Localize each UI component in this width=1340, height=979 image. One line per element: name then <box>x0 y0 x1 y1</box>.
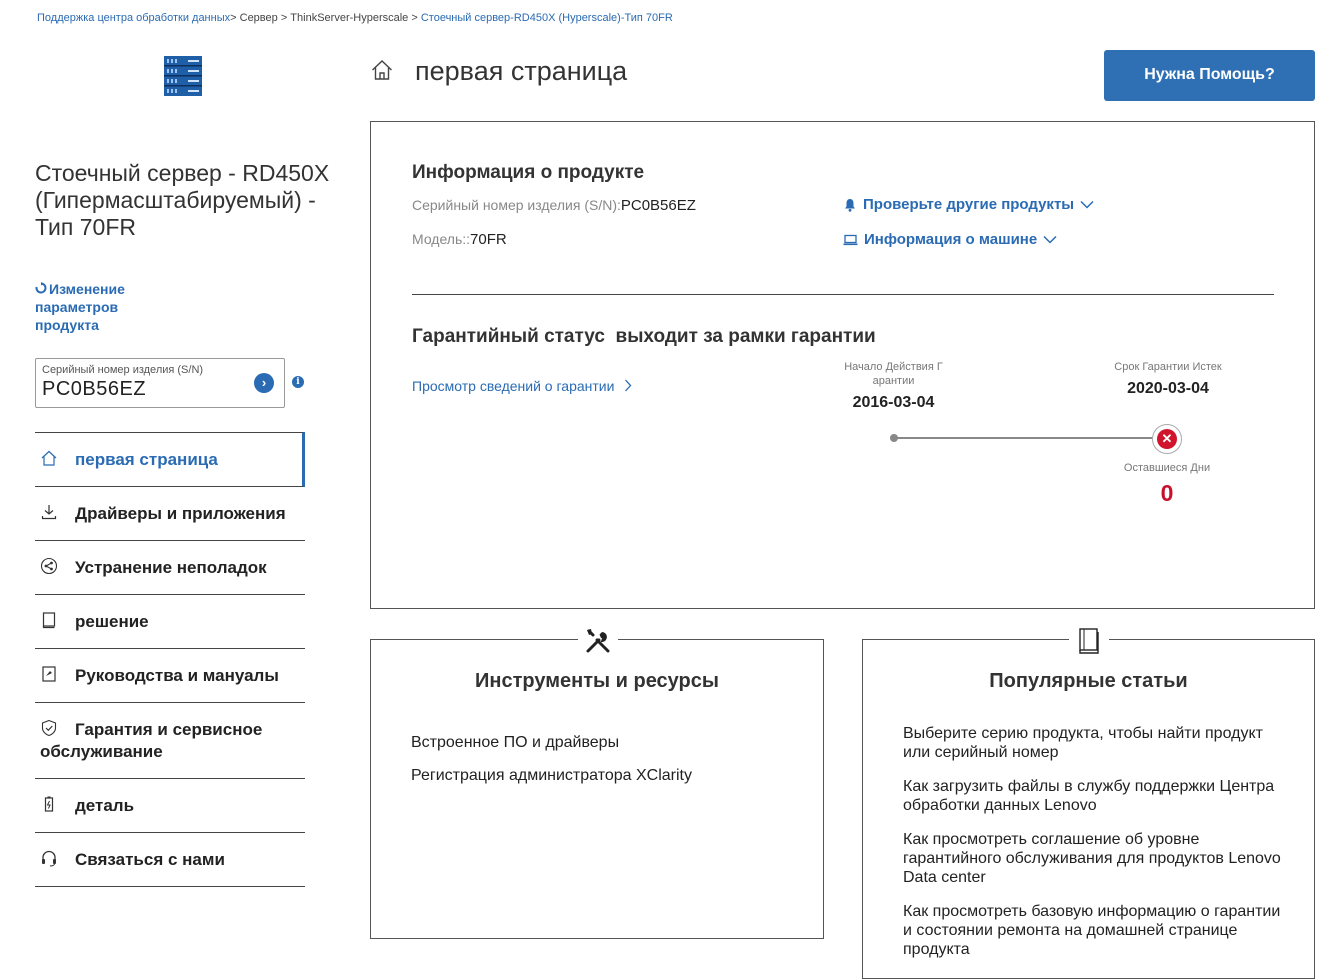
breadcrumb-server[interactable]: Сервер <box>237 12 281 24</box>
article-link[interactable]: Как просмотреть базовую информацию о гар… <box>903 902 1288 959</box>
diagnostics-icon <box>40 557 58 575</box>
server-product-icon <box>164 56 202 96</box>
bell-icon <box>843 198 857 212</box>
timeline-start-dot <box>890 434 898 442</box>
warranty-status-label: Гарантийный статус <box>412 326 605 347</box>
change-product-link[interactable]: Изменение параметров продукта <box>35 280 155 334</box>
nav-item-home[interactable]: первая страница <box>35 432 305 487</box>
warranty-start-date: 2016-03-04 <box>852 394 935 411</box>
nav-item-solutions[interactable]: решение <box>35 595 305 649</box>
serial-number-label: Серийный номер изделия (S/N): <box>412 197 621 213</box>
warranty-end: Срок Гарантии Истек 2020-03-04 <box>1095 360 1241 398</box>
serial-number-field[interactable]: Серийный номер изделия (S/N) › <box>35 358 285 408</box>
check-other-products-link[interactable]: Проверьте другие продукты <box>843 196 1094 213</box>
nav-item-label: деталь <box>75 796 135 815</box>
breadcrumb: Поддержка центра обработки данных> Серве… <box>37 12 673 24</box>
remaining-days-label: Оставшиеся Дни <box>1123 462 1211 474</box>
timeline-end-marker: ✕ <box>1152 424 1182 454</box>
divider <box>412 294 1274 295</box>
expired-x-icon: ✕ <box>1157 429 1177 449</box>
manual-icon <box>40 665 58 683</box>
warranty-timeline <box>893 437 1165 439</box>
nav-item-label: Гарантия и сервисное обслуживание <box>40 720 263 761</box>
warranty-end-label: Срок Гарантии Истек <box>1114 361 1222 373</box>
articles-list: Выберите серию продукта, чтобы найти про… <box>903 724 1288 974</box>
side-navigation: первая страница Драйверы и приложения Ус… <box>35 432 305 887</box>
breadcrumb-datacenter-support[interactable]: Поддержка центра обработки данных <box>37 12 230 24</box>
nav-item-label: Связаться с нами <box>75 850 225 869</box>
machine-info-link[interactable]: Информация о машине <box>843 231 1057 248</box>
refresh-icon <box>35 280 47 298</box>
nav-item-label: решение <box>75 612 149 631</box>
nav-item-warranty[interactable]: Гарантия и сервисное обслуживание <box>35 703 305 779</box>
product-name: Стоечный сервер - RD450X (Гипермасштабир… <box>35 160 330 240</box>
tools-title: Инструменты и ресурсы <box>475 670 719 692</box>
breadcrumb-thinkserver-hyperscale[interactable]: ThinkServer-Hyperscale <box>287 12 411 24</box>
laptop-icon <box>843 234 858 246</box>
shield-check-icon <box>40 719 58 737</box>
warranty-status-value: выходит за рамки гарантии <box>615 326 876 347</box>
home-icon <box>40 449 58 467</box>
warranty-start-label: Начало Действия Г арантии <box>844 361 943 387</box>
nav-item-label: Руководства и мануалы <box>75 666 279 685</box>
download-icon <box>40 503 58 521</box>
serial-number-label: Серийный номер изделия (S/N) <box>42 364 204 376</box>
page-title: первая страница <box>415 56 628 86</box>
chevron-right-icon <box>624 379 632 395</box>
nav-item-label: Драйверы и приложения <box>75 504 286 523</box>
product-info-panel: Информация о продукте Серийный номер изд… <box>370 121 1315 609</box>
model-value: 70FR <box>470 231 507 248</box>
tools-list: Встроенное ПО и драйверы Регистрация адм… <box>411 734 692 800</box>
serial-number-input[interactable] <box>42 378 242 401</box>
article-link[interactable]: Как просмотреть соглашение об уровне гар… <box>903 830 1288 887</box>
tools-item-xclarity-registration[interactable]: Регистрация администратора XClarity <box>411 767 692 785</box>
nav-item-label: Устранение неполадок <box>75 558 267 577</box>
model-label: Модель:: <box>412 231 471 247</box>
articles-title: Популярные статьи <box>989 670 1188 692</box>
warranty-status-title: Гарантийный статус выходит за рамки гара… <box>412 326 876 348</box>
book-icon <box>1069 626 1109 656</box>
change-product-label: Изменение параметров продукта <box>35 281 125 333</box>
nav-item-contact[interactable]: Связаться с нами <box>35 833 305 887</box>
nav-item-parts[interactable]: деталь <box>35 779 305 833</box>
chevron-down-icon <box>1080 200 1094 209</box>
headset-icon <box>40 849 58 867</box>
battery-icon <box>40 795 58 813</box>
warranty-details-link[interactable]: Просмотр сведений о гарантии <box>412 378 632 395</box>
article-link[interactable]: Выберите серию продукта, чтобы найти про… <box>903 724 1288 762</box>
home-icon <box>370 58 394 82</box>
nav-item-label: первая страница <box>75 450 218 469</box>
submit-arrow-icon[interactable]: › <box>254 373 274 393</box>
remaining-days-value: 0 <box>1160 480 1174 506</box>
tools-icon <box>578 626 618 656</box>
check-other-products-label: Проверьте другие продукты <box>863 196 1075 213</box>
info-icon[interactable]: i <box>292 376 304 388</box>
warranty-details-label: Просмотр сведений о гарантии <box>412 378 615 394</box>
model-row: Модель::70FR <box>412 231 507 248</box>
product-info-title: Информация о продукте <box>412 162 645 183</box>
breadcrumb-current: Стоечный сервер-RD450X (Hyperscale)-Тип … <box>417 12 673 24</box>
tools-item-firmware-drivers[interactable]: Встроенное ПО и драйверы <box>411 734 692 752</box>
article-link[interactable]: Как загрузить файлы в службу поддержки Ц… <box>903 777 1288 815</box>
book-icon <box>40 611 58 629</box>
warranty-start: Начало Действия Г арантии 2016-03-04 <box>831 360 956 412</box>
tools-resources-card: Инструменты и ресурсы Встроенное ПО и др… <box>370 626 824 939</box>
serial-number-row: Серийный номер изделия (S/N):PC0B56EZ <box>412 197 696 214</box>
chevron-down-icon <box>1043 235 1057 244</box>
popular-articles-card: Популярные статьи Выберите серию продукт… <box>862 626 1315 979</box>
warranty-end-date: 2020-03-04 <box>1127 380 1209 397</box>
nav-item-drivers[interactable]: Драйверы и приложения <box>35 487 305 541</box>
need-help-button[interactable]: Нужна Помощь? <box>1104 50 1315 101</box>
nav-item-manuals[interactable]: Руководства и мануалы <box>35 649 305 703</box>
machine-info-label: Информация о машине <box>864 231 1038 248</box>
serial-number-value: PC0B56EZ <box>620 197 696 214</box>
nav-item-troubleshooting[interactable]: Устранение неполадок <box>35 541 305 595</box>
